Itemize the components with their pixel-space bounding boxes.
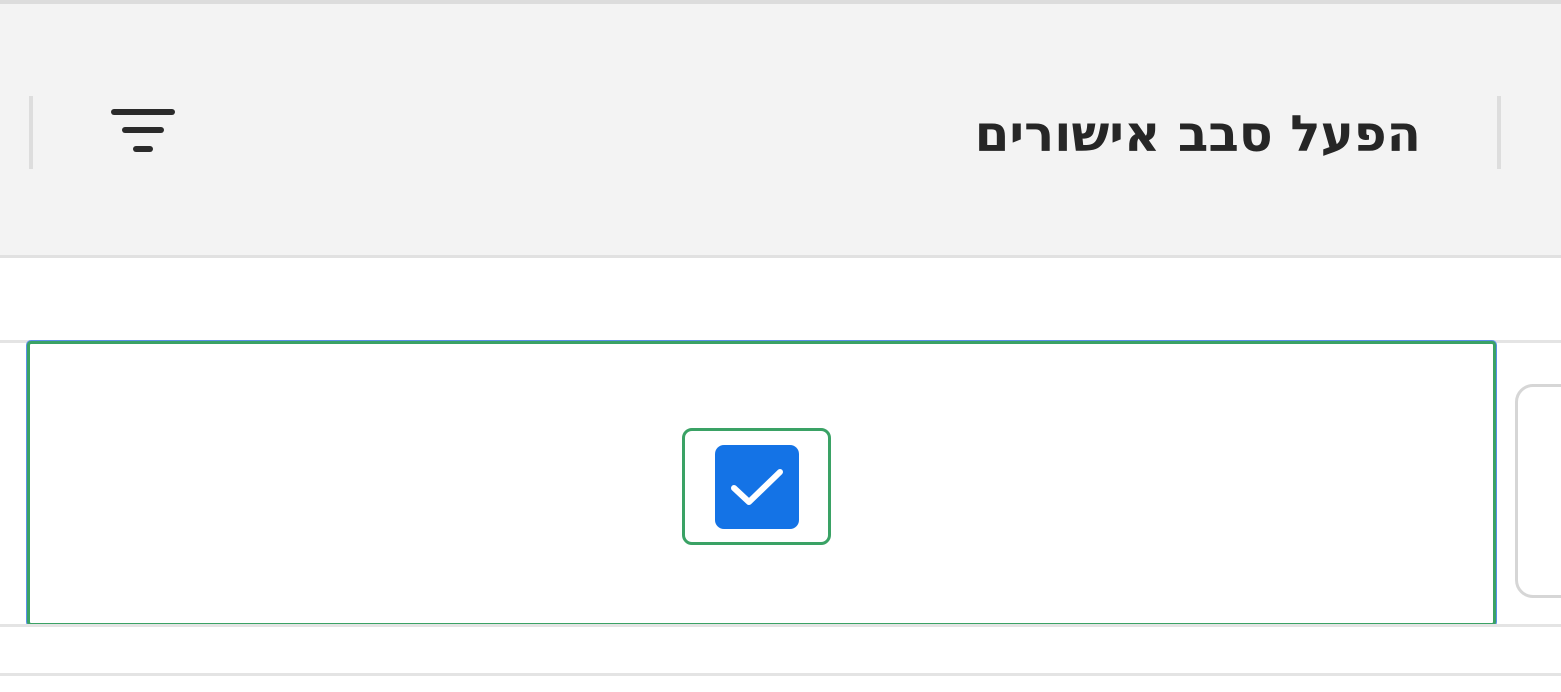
adjacent-cell-field[interactable]: [1515, 384, 1561, 598]
checkbox-focus-ring[interactable]: [682, 428, 831, 545]
column-resize-handle-right[interactable]: [1497, 96, 1501, 169]
checkmark-icon: [730, 468, 783, 505]
row-divider: [0, 673, 1561, 676]
approval-round-checkbox[interactable]: [714, 444, 799, 529]
row-divider: [0, 624, 1561, 627]
filter-icon: [111, 109, 175, 152]
column-header-title: הפעל סבב אישורים: [974, 105, 1421, 163]
column-header-row: הפעל סבב אישורים: [0, 4, 1561, 258]
column-filter-button[interactable]: [104, 100, 182, 164]
grid-view: הפעל סבב אישורים: [0, 0, 1561, 692]
column-resize-handle-left[interactable]: [29, 96, 33, 169]
